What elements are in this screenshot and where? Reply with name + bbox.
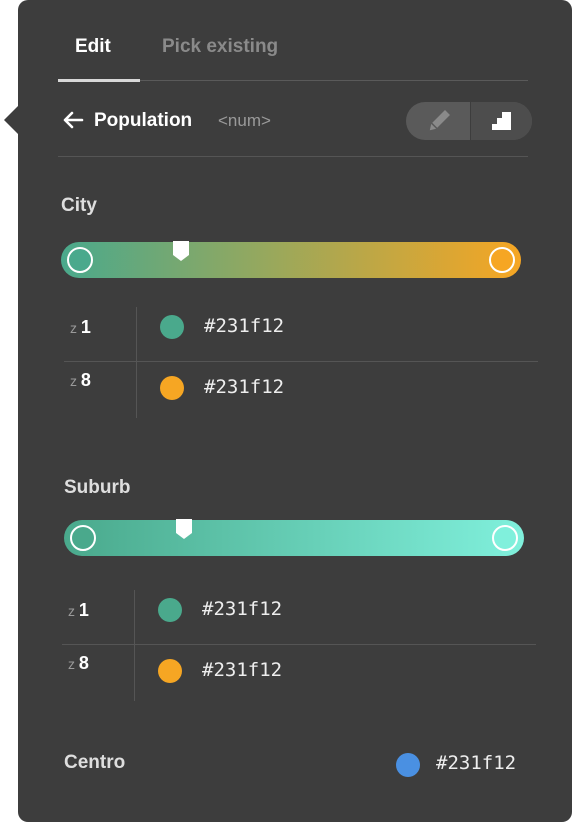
zoom-stop-row: z 1 #231f12 [62,590,536,644]
hex-value[interactable]: #231f12 [202,598,282,620]
color-swatch[interactable] [160,315,184,339]
color-swatch[interactable] [158,598,182,622]
property-header: Population <num> [58,96,532,157]
edit-mode-button[interactable] [406,102,470,140]
property-type: <num> [218,111,271,130]
section-title-suburb: Suburb [64,477,131,498]
ramp-stop-end[interactable] [489,247,515,273]
hex-value[interactable]: #231f12 [202,659,282,681]
hex-value[interactable]: #231f12 [436,752,516,774]
color-swatch[interactable] [160,376,184,400]
ramp-marker[interactable] [172,240,190,262]
tab-pick-existing[interactable]: Pick existing [162,36,278,58]
zoom-label: z 8 [70,370,91,390]
zoom-stop-row: z 8 #231f12 [64,361,538,418]
active-tab-indicator [58,79,140,82]
zoom-stop-row: z 1 #231f12 [64,307,538,361]
zoom-stops-suburb: z 1 #231f12 z 8 #231f12 [62,590,536,701]
ramp-marker[interactable] [175,518,193,540]
property-name: Population [94,110,193,131]
section-title-city: City [61,195,97,216]
ramp-stop-start[interactable] [70,525,96,551]
ramp-stop-start[interactable] [67,247,93,273]
mode-toggle [406,102,532,140]
zoom-label: z 8 [68,653,89,673]
color-ramp-suburb[interactable] [64,518,524,556]
arrow-left-icon[interactable] [62,110,84,130]
steps-mode-button[interactable] [470,102,532,140]
pencil-icon [429,110,450,131]
centro-label: Centro [64,752,126,773]
color-ramp-city[interactable] [61,240,521,278]
zoom-stops-city: z 1 #231f12 z 8 #231f12 [64,307,538,418]
tab-edit[interactable]: Edit [75,36,111,58]
color-swatch[interactable] [396,753,420,777]
tab-bar: Edit Pick existing [58,28,528,82]
ramp-stop-end[interactable] [492,525,518,551]
hex-value[interactable]: #231f12 [204,376,284,398]
color-swatch[interactable] [158,659,182,683]
zoom-label: z 1 [68,600,89,620]
hex-value[interactable]: #231f12 [204,315,284,337]
steps-icon [492,112,511,130]
zoom-stop-row: z 8 #231f12 [62,644,536,701]
zoom-label: z 1 [70,317,91,337]
